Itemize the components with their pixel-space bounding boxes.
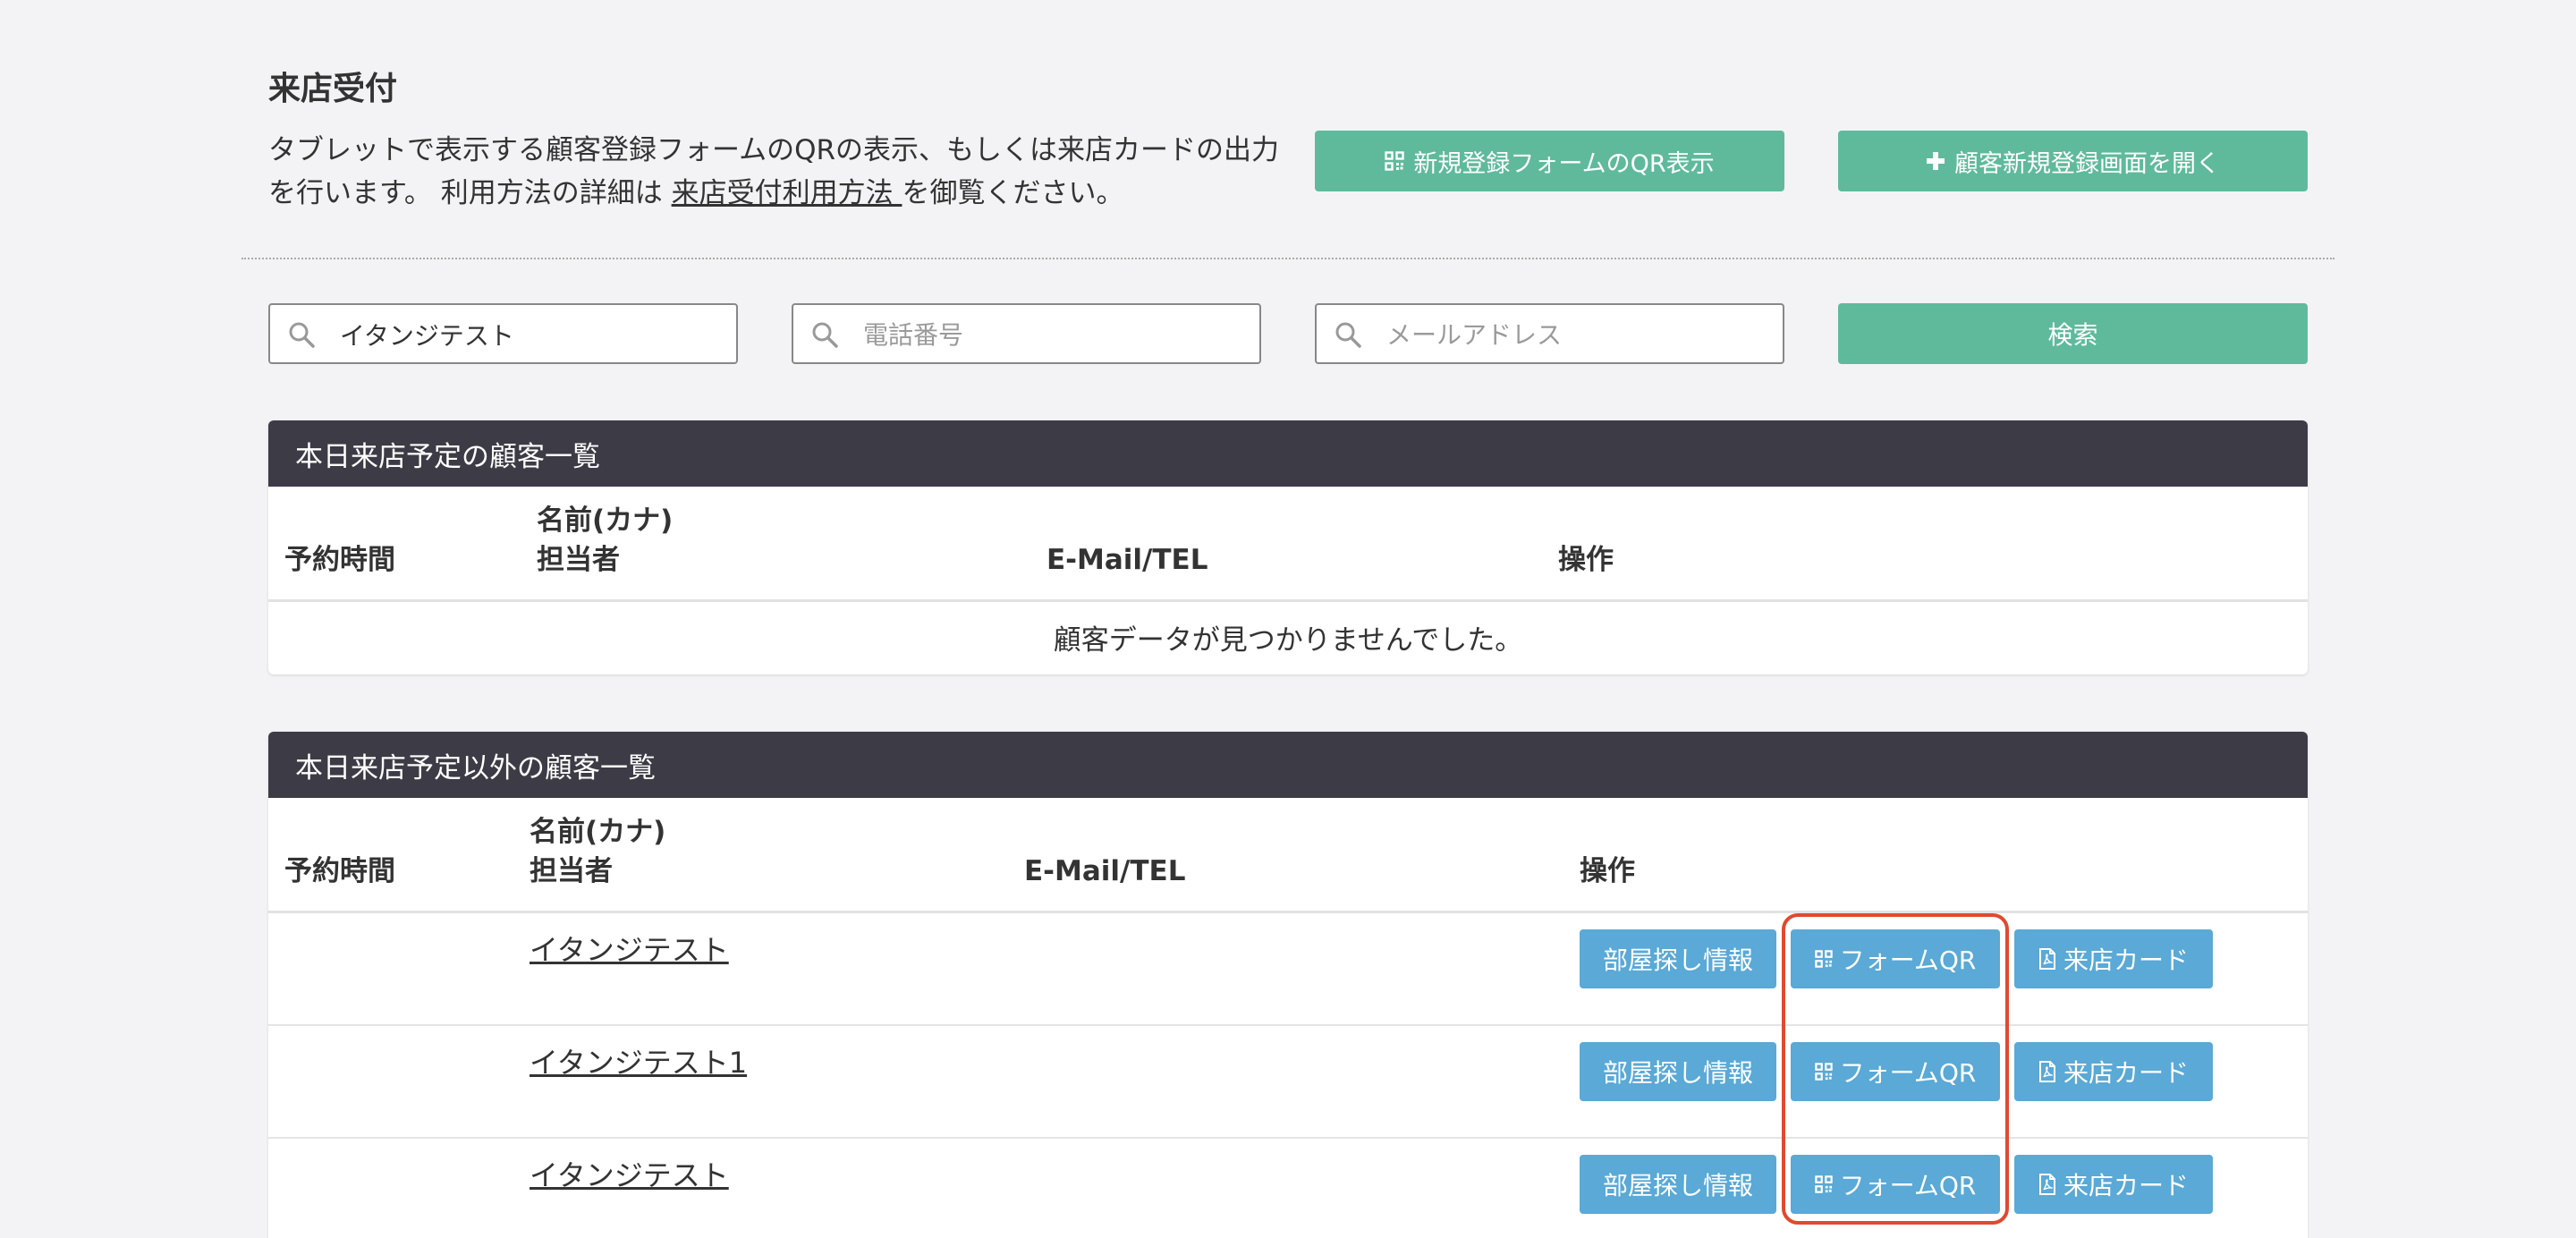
room-search-info-button[interactable]: 部屋探し情報 [1580, 929, 1776, 988]
usage-guide-link[interactable]: 来店受付利用方法 [672, 177, 902, 209]
panel-title: 本日来店予定の顧客一覧 [268, 420, 2308, 487]
email-search-field[interactable] [1315, 303, 1784, 364]
open-new-customer-button[interactable]: 顧客新規登録画面を開く [1838, 131, 2308, 191]
column-name-staff: 名前(カナ) 担当者 [530, 812, 665, 891]
table-header: 予約時間 名前(カナ) 担当者 E-Mail/TEL 操作 [268, 487, 2308, 602]
table-row: イタンジテスト 部屋探し情報 フォームQR 来店カード [268, 913, 2308, 1026]
other-customers-panel: 本日来店予定以外の顧客一覧 予約時間 名前(カナ) 担当者 E-Mail/TEL… [268, 732, 2308, 1238]
room-search-info-button[interactable]: 部屋探し情報 [1580, 1042, 1776, 1101]
divider [242, 258, 2334, 259]
column-contact: E-Mail/TEL [1024, 855, 1186, 887]
column-actions: 操作 [1558, 544, 1614, 576]
table-row: イタンジテスト1 部屋探し情報 フォームQR 来店カード [268, 1026, 2308, 1139]
table-header: 予約時間 名前(カナ) 担当者 E-Mail/TEL 操作 [268, 798, 2308, 913]
visit-card-label: 来店カード [2063, 1058, 2189, 1088]
visit-card-label: 来店カード [2063, 945, 2189, 975]
column-actions: 操作 [1580, 855, 1635, 887]
pdf-file-icon [2038, 948, 2056, 970]
customer-name-link[interactable]: イタンジテスト [530, 928, 729, 969]
customer-name-link[interactable]: イタンジテスト1 [530, 1040, 747, 1081]
plus-icon [1926, 151, 1945, 171]
email-search-input[interactable] [1385, 305, 1773, 364]
search-button[interactable]: 検索 [1838, 303, 2308, 364]
page: 来店受付 タブレットで表示する顧客登録フォームのQRの表示、もしくは来店カードの… [0, 0, 2576, 1238]
show-registration-qr-button[interactable]: 新規登録フォームのQR表示 [1315, 131, 1784, 191]
visit-card-label: 来店カード [2063, 1171, 2189, 1200]
column-contact: E-Mail/TEL [1046, 544, 1208, 576]
form-qr-label: フォームQR [1839, 1058, 1977, 1088]
visit-card-button[interactable]: 来店カード [2014, 1155, 2213, 1214]
visit-card-button[interactable]: 来店カード [2014, 1042, 2213, 1101]
column-time: 予約時間 [284, 855, 395, 887]
form-qr-button[interactable]: フォームQR [1791, 1042, 2000, 1101]
room-search-info-button[interactable]: 部屋探し情報 [1580, 1155, 1776, 1214]
column-staff: 担当者 [530, 855, 613, 887]
show-registration-qr-label: 新規登録フォームのQR表示 [1413, 149, 1715, 178]
qr-icon [1814, 950, 1833, 968]
column-time: 予約時間 [284, 544, 395, 576]
column-name: 名前(カナ) [537, 505, 674, 537]
qr-icon [1814, 1175, 1833, 1193]
form-qr-label: フォームQR [1839, 945, 1977, 975]
qr-icon [1814, 1063, 1833, 1081]
panel-title: 本日来店予定以外の顧客一覧 [268, 732, 2308, 798]
pdf-file-icon [2038, 1061, 2056, 1082]
name-search-field[interactable] [268, 303, 738, 364]
table-row: イタンジテスト 部屋探し情報 フォームQR 来店カード [268, 1139, 2308, 1238]
name-search-input[interactable] [338, 305, 726, 364]
form-qr-button[interactable]: フォームQR [1791, 1155, 2000, 1214]
form-qr-button[interactable]: フォームQR [1791, 929, 2000, 988]
empty-message: 顧客データが見つかりませんでした。 [1053, 623, 1523, 657]
description-text-end: を御覧ください。 [902, 177, 1124, 209]
search-icon [288, 321, 315, 348]
column-staff: 担当者 [537, 544, 620, 576]
column-name-staff: 名前(カナ) 担当者 [537, 501, 673, 580]
pdf-file-icon [2038, 1174, 2056, 1195]
tel-search-field[interactable] [792, 303, 1261, 364]
page-description: タブレットで表示する顧客登録フォームのQRの表示、もしくは来店カードの出力を行い… [268, 129, 1288, 215]
open-new-customer-label: 顧客新規登録画面を開く [1954, 149, 2220, 178]
qr-icon [1385, 151, 1405, 171]
column-name: 名前(カナ) [530, 816, 666, 848]
today-customers-panel: 本日来店予定の顧客一覧 予約時間 名前(カナ) 担当者 E-Mail/TEL 操… [268, 420, 2308, 674]
tel-search-input[interactable] [861, 305, 1250, 364]
visit-card-button[interactable]: 来店カード [2014, 929, 2213, 988]
search-icon [811, 321, 838, 348]
form-qr-label: フォームQR [1839, 1171, 1977, 1200]
page-title: 来店受付 [268, 71, 398, 107]
search-icon [1335, 321, 1361, 348]
customer-name-link[interactable]: イタンジテスト [530, 1153, 729, 1194]
